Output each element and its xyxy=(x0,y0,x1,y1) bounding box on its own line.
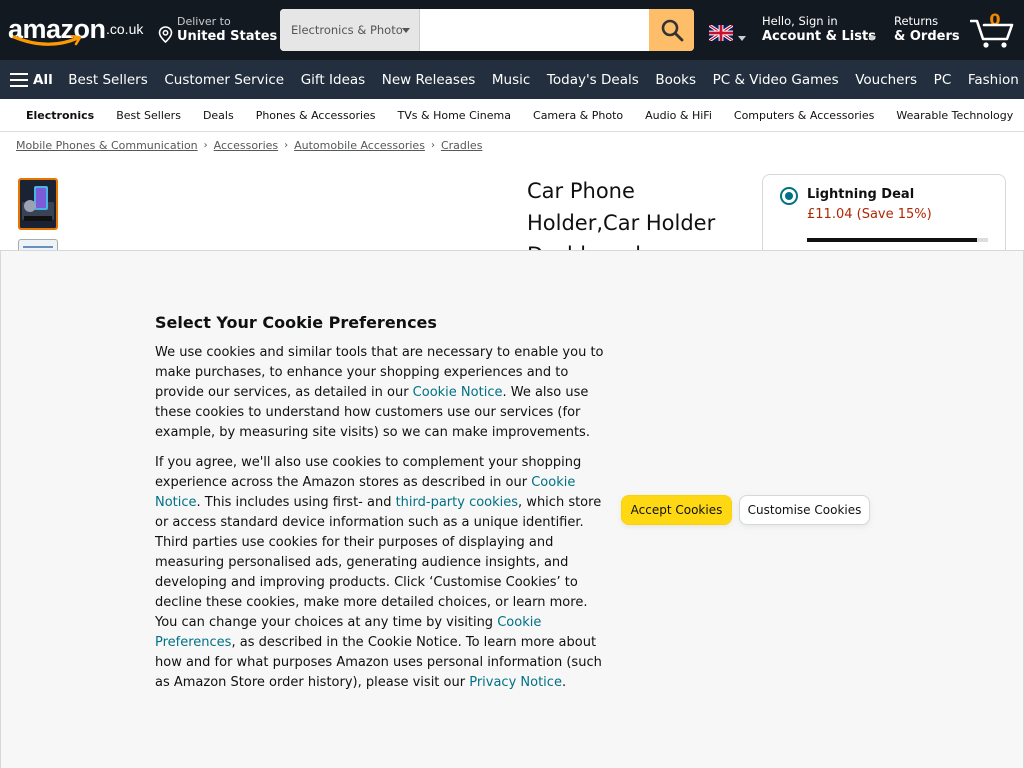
logo-tld: .co.uk xyxy=(106,21,144,37)
search-category-label: Electronics & Photo xyxy=(291,23,403,37)
chevron-right-icon: › xyxy=(430,140,435,151)
cookie-text: If you agree, we'll also use cookies to … xyxy=(155,455,582,490)
cookie-paragraph-2: If you agree, we'll also use cookies to … xyxy=(155,453,607,693)
deal-claimed-fill xyxy=(807,238,978,242)
subnav-link-best-sellers[interactable]: Best Sellers xyxy=(105,109,192,122)
deal-claimed-bar xyxy=(807,238,988,242)
sign-in-label: Hello, Sign in xyxy=(762,14,838,28)
subnav-link-camera-photo[interactable]: Camera & Photo xyxy=(522,109,634,122)
breadcrumb-item[interactable]: Automobile Accessories xyxy=(294,139,425,152)
subnav-link-computers-accessories[interactable]: Computers & Accessories xyxy=(723,109,885,122)
returns-and-orders[interactable]: Returns & Orders xyxy=(894,14,964,48)
location-pin-icon xyxy=(158,26,173,43)
product-thumbnail-1[interactable] xyxy=(18,178,58,230)
nav-link-new-releases[interactable]: New Releases xyxy=(373,72,483,88)
deal-price: £11.04 (Save 15%) xyxy=(807,207,932,222)
deal-title: Lightning Deal xyxy=(807,187,915,202)
all-menu-label: All xyxy=(33,71,53,88)
nav-links: Best Sellers Customer Service Gift Ideas… xyxy=(60,60,1024,99)
main-nav: All Best Sellers Customer Service Gift I… xyxy=(0,60,1024,99)
search-category-dropdown[interactable]: Electronics & Photo xyxy=(280,9,420,51)
cookie-preferences-panel: Select Your Cookie Preferences We use co… xyxy=(0,250,1024,768)
product-thumbnail-image xyxy=(20,180,56,228)
category-subnav: Electronics Best Sellers Deals Phones & … xyxy=(0,99,1024,132)
search-button[interactable] xyxy=(649,9,694,51)
amazon-logo[interactable]: amazon .co.uk xyxy=(8,12,144,48)
subnav-link-phones-accessories[interactable]: Phones & Accessories xyxy=(245,109,387,122)
search-icon xyxy=(661,19,683,42)
subnav-link-electronics[interactable]: Electronics xyxy=(15,109,105,122)
language-selector[interactable] xyxy=(708,23,747,43)
nav-link-todays-deals[interactable]: Today's Deals xyxy=(539,72,647,88)
nav-link-music[interactable]: Music xyxy=(484,72,539,88)
deliver-to[interactable]: Deliver to United States xyxy=(158,13,277,49)
breadcrumb-item[interactable]: Mobile Phones & Communication xyxy=(16,139,198,152)
orders-label: & Orders xyxy=(894,29,960,44)
cookie-text: . xyxy=(561,675,567,690)
search-input[interactable] xyxy=(420,9,649,51)
subnav-link-deals[interactable]: Deals xyxy=(192,109,245,122)
caret-down-icon xyxy=(868,36,876,41)
account-and-lists[interactable]: Hello, Sign in Account & Lists xyxy=(762,14,882,48)
cookie-paragraph-1: We use cookies and similar tools that ar… xyxy=(155,343,607,443)
chevron-right-icon: › xyxy=(203,140,208,151)
cart-button[interactable]: 0 xyxy=(970,10,1016,50)
nav-link-customer-service[interactable]: Customer Service xyxy=(156,72,292,88)
caret-down-icon xyxy=(402,28,410,33)
deliver-location: United States xyxy=(177,29,278,44)
customise-cookies-button[interactable]: Customise Cookies xyxy=(739,495,870,525)
subnav-link-wearable-technology[interactable]: Wearable Technology xyxy=(885,109,1024,122)
account-lists-label: Account & Lists xyxy=(762,29,876,44)
cookie-text: , which store or access standard device … xyxy=(155,495,602,630)
nav-link-pc-video-games[interactable]: PC & Video Games xyxy=(704,72,847,88)
nav-link-books[interactable]: Books xyxy=(647,72,704,88)
accept-cookies-button[interactable]: Accept Cookies xyxy=(621,495,732,525)
nav-link-pc[interactable]: PC xyxy=(925,72,959,88)
nav-link-vouchers[interactable]: Vouchers xyxy=(847,72,925,88)
subnav-link-tvs-home-cinema[interactable]: TVs & Home Cinema xyxy=(387,109,522,122)
cart-icon xyxy=(970,19,1014,48)
breadcrumb-item[interactable]: Accessories xyxy=(214,139,278,152)
smile-arrow-icon xyxy=(12,35,82,46)
all-menu-button[interactable]: All xyxy=(10,60,53,99)
privacy-notice-link[interactable]: Privacy Notice xyxy=(469,675,562,690)
uk-flag-icon xyxy=(708,23,734,43)
subnav-link-audio-hifi[interactable]: Audio & HiFi xyxy=(634,109,723,122)
chevron-right-icon: › xyxy=(284,140,289,151)
cookie-notice-link[interactable]: Cookie Notice xyxy=(413,385,503,400)
search-bar: Electronics & Photo xyxy=(280,9,694,51)
breadcrumb: Mobile Phones & Communication › Accessor… xyxy=(16,139,482,152)
nav-link-best-sellers[interactable]: Best Sellers xyxy=(60,72,156,88)
returns-label: Returns xyxy=(894,14,939,28)
top-header: amazon .co.uk Deliver to United States E… xyxy=(0,0,1024,60)
deal-radio[interactable] xyxy=(780,187,798,205)
nav-link-fashion[interactable]: Fashion xyxy=(960,72,1024,88)
deliver-label: Deliver to xyxy=(177,15,231,28)
cookie-heading: Select Your Cookie Preferences xyxy=(155,313,437,332)
caret-down-icon xyxy=(738,36,746,41)
breadcrumb-item[interactable]: Cradles xyxy=(441,139,482,152)
nav-link-gift-ideas[interactable]: Gift Ideas xyxy=(292,72,373,88)
hamburger-icon xyxy=(10,72,28,87)
cookie-text: . This includes using first- and xyxy=(196,495,396,510)
third-party-cookies-link[interactable]: third-party cookies xyxy=(396,495,518,510)
